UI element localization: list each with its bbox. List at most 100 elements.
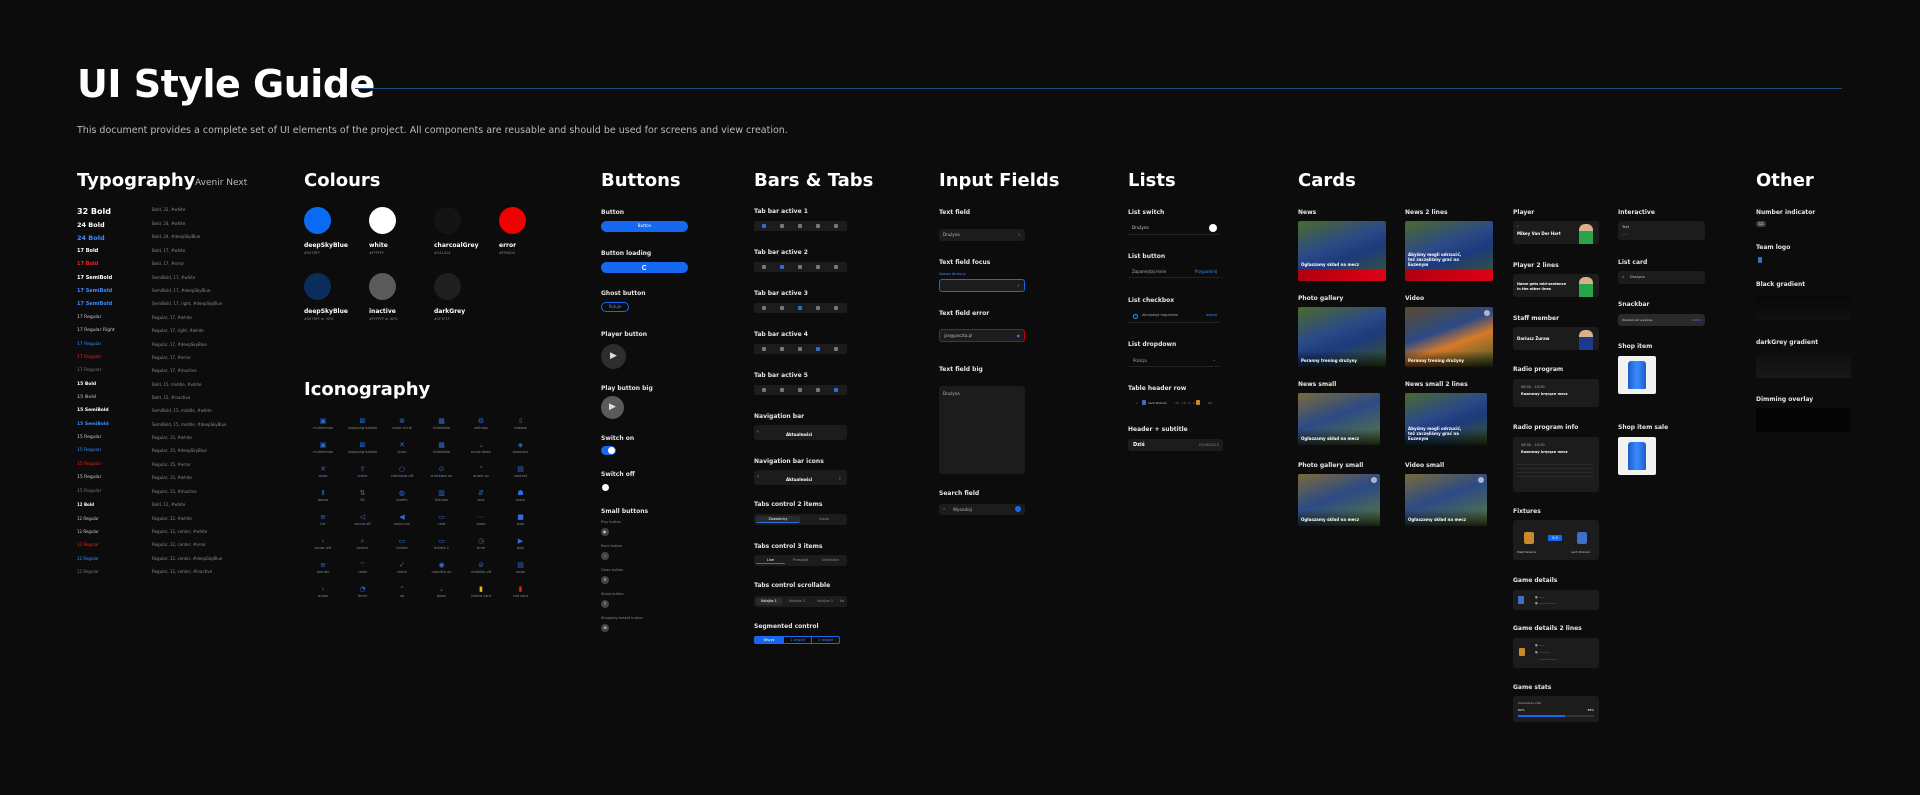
segment-1[interactable]: Wszys [755, 637, 783, 643]
text-field-big[interactable]: Drużyna [939, 386, 1025, 474]
list-checkbox-link[interactable]: więcej [1206, 313, 1217, 317]
fixtures-card[interactable]: 0:0 Piast Gliwice Lech Poznań [1513, 520, 1599, 560]
list-checkbox-row[interactable]: Akceptuję regulamin więcej [1128, 310, 1220, 323]
tab-bar-item[interactable] [780, 388, 784, 392]
tab-bar-item[interactable] [780, 224, 784, 228]
tab-bar-item[interactable] [834, 265, 838, 269]
checkbox-off-icon[interactable] [1133, 314, 1138, 319]
typography-sample: 17 Regular [77, 342, 102, 347]
tab-bar-item[interactable] [834, 306, 838, 310]
tab-bar-item[interactable] [816, 265, 820, 269]
list-dropdown-row[interactable]: Pozicja ⌄ [1128, 355, 1220, 367]
tab-bar-item[interactable] [798, 388, 802, 392]
clear-icon[interactable] [1015, 506, 1021, 512]
ghost-button[interactable]: Rotuje [601, 302, 629, 312]
radio-program-card[interactable]: 08:00 - 10:00 Rozmowy kręcące mecz [1513, 379, 1599, 407]
tab-bar-item[interactable] [834, 347, 838, 351]
tab-bar-item[interactable] [762, 265, 766, 269]
tabs-scroll-label: Tabs control scrollable [754, 582, 831, 589]
video-small-card[interactable]: Ogłaszamy skład na mecz [1405, 474, 1487, 526]
photo-gallery-card[interactable]: Poranny trening drużyny [1298, 307, 1386, 367]
photo-gallery-caption: Poranny trening drużyny [1301, 358, 1358, 363]
small-button[interactable]: ⇪ [601, 600, 609, 608]
tab-bar-item[interactable] [780, 306, 784, 310]
typography-heading: Typography [77, 170, 196, 191]
typography-spec: Bold, 24, #deepSkyBlue [152, 234, 201, 239]
tab-bar-item[interactable] [798, 306, 802, 310]
gallery-small-card[interactable]: Ogłaszamy skład na mecz [1298, 474, 1380, 526]
tab-bar-item[interactable] [762, 306, 766, 310]
small-button[interactable]: ‹ [601, 552, 609, 560]
tab-bar-item[interactable] [780, 265, 784, 269]
tab-bar-item[interactable] [762, 224, 766, 228]
scroll-tab-3[interactable]: Kolejka 3 [812, 598, 838, 605]
back-icon[interactable]: ‹ [757, 429, 759, 435]
text-field[interactable]: Drużyna ⇩ [939, 229, 1025, 241]
scroll-tab-4[interactable]: Ko [840, 598, 846, 605]
tab-bar-item[interactable] [798, 224, 802, 228]
segment-2[interactable]: 1 zespoł [783, 637, 811, 643]
list-button-action[interactable]: Przypomnij [1195, 269, 1217, 274]
shop-item-sale[interactable] [1618, 437, 1656, 475]
tab-bar-item[interactable] [834, 224, 838, 228]
tab-bar-item[interactable] [762, 388, 766, 392]
game-stats-card: Posiadanie piłki 62% 38% [1513, 696, 1599, 722]
player-button[interactable]: ▶ [601, 344, 626, 369]
arrow-down-icon: ⌄ arrow down [461, 440, 501, 462]
tab-bar-item[interactable] [780, 347, 784, 351]
shop-item[interactable] [1618, 356, 1656, 394]
tab-bar-item[interactable] [762, 347, 766, 351]
tab-bar-item[interactable] [816, 347, 820, 351]
list-button-row[interactable]: Zapamiętaj mnie Przypomnij [1128, 266, 1220, 278]
back-icon[interactable]: ‹ [757, 474, 759, 480]
text-field-focus[interactable]: ⇩ [939, 279, 1025, 292]
tab-3-item-1[interactable]: Live [756, 557, 785, 564]
small-button[interactable]: ▶ [601, 528, 609, 536]
search-field[interactable]: ⌕ Wyszukaj [939, 504, 1025, 515]
player-2-lines-card[interactable]: Name gets mid-sentence in the other line… [1513, 274, 1599, 297]
snackbar-action[interactable]: Cofnij [1692, 318, 1701, 322]
primary-button[interactable]: Button [601, 221, 688, 232]
interactive-card[interactable]: Text —— [1618, 221, 1705, 240]
icon-name: contact [513, 474, 528, 478]
tab-bar-item[interactable] [834, 388, 838, 392]
news-small-2-card[interactable]: Abyśmy mogli odrzucić, też zaczęliśmy gr… [1405, 393, 1487, 445]
news-2-lines-card[interactable]: Abyśmy mogli odrzucić, też zaczęliśmy gr… [1405, 221, 1493, 281]
scroll-tab-1[interactable]: Kolejka 1 [756, 598, 782, 605]
small-button[interactable]: ✕ [601, 576, 609, 584]
news-small-card[interactable]: Ogłaszamy skład na mecz [1298, 393, 1380, 445]
play-button-big[interactable]: ▶ [601, 396, 624, 419]
tab-3-item-3[interactable]: Statystyki [816, 557, 845, 564]
table-points: 60 [1208, 401, 1212, 405]
news-card[interactable]: Ogłaszamy skład na mecz [1298, 221, 1386, 281]
list-card[interactable]: ⌂ Drużyna [1618, 271, 1705, 284]
radio-info-card[interactable]: 08:00 - 10:00 Rozmowy kręcące mecz [1513, 437, 1599, 492]
small-button[interactable]: ⊠ [601, 624, 609, 632]
typography-spec: Regular, 12, center, #white [152, 529, 208, 534]
tab-bar-item[interactable] [816, 224, 820, 228]
interactive-link[interactable]: —— [1622, 232, 1628, 236]
switch-on[interactable] [601, 446, 616, 455]
segment-3[interactable]: 2 zespoł [811, 637, 839, 643]
loading-button[interactable] [601, 262, 688, 273]
tab-bar-item[interactable] [798, 347, 802, 351]
player-card[interactable]: 1 Mikey Van Der Hart [1513, 221, 1599, 244]
text-field-error[interactable]: jan@poczta.pl ◉ [939, 329, 1025, 342]
visibility-on-icon[interactable]: ◉ [1017, 333, 1021, 338]
switch-off[interactable] [601, 483, 616, 492]
share-icon[interactable]: ⇪ [838, 476, 841, 481]
away-team-logo [1577, 532, 1587, 544]
video-card[interactable]: Poranny trening drużyny [1405, 307, 1493, 367]
scroll-tab-2[interactable]: Kolejka 2 [784, 598, 810, 605]
game-details-2-card[interactable]: ● —— ● ———— —————— [1513, 638, 1599, 668]
tab-bar-item[interactable] [798, 265, 802, 269]
game-details-card[interactable]: ● —— ● —————— [1513, 590, 1599, 610]
tab-3-item-2[interactable]: Przegląd [786, 557, 815, 564]
list-switch-toggle[interactable] [1209, 224, 1217, 232]
list-switch-row[interactable]: Drużyna [1128, 222, 1220, 235]
staff-card[interactable]: Dariusz Żuraw [1513, 327, 1599, 350]
tab-2-item-2[interactable]: Sztab [802, 516, 846, 523]
tab-bar-item[interactable] [816, 306, 820, 310]
tab-2-item-1[interactable]: Zawodnicy [756, 516, 800, 523]
tab-bar-item[interactable] [816, 388, 820, 392]
